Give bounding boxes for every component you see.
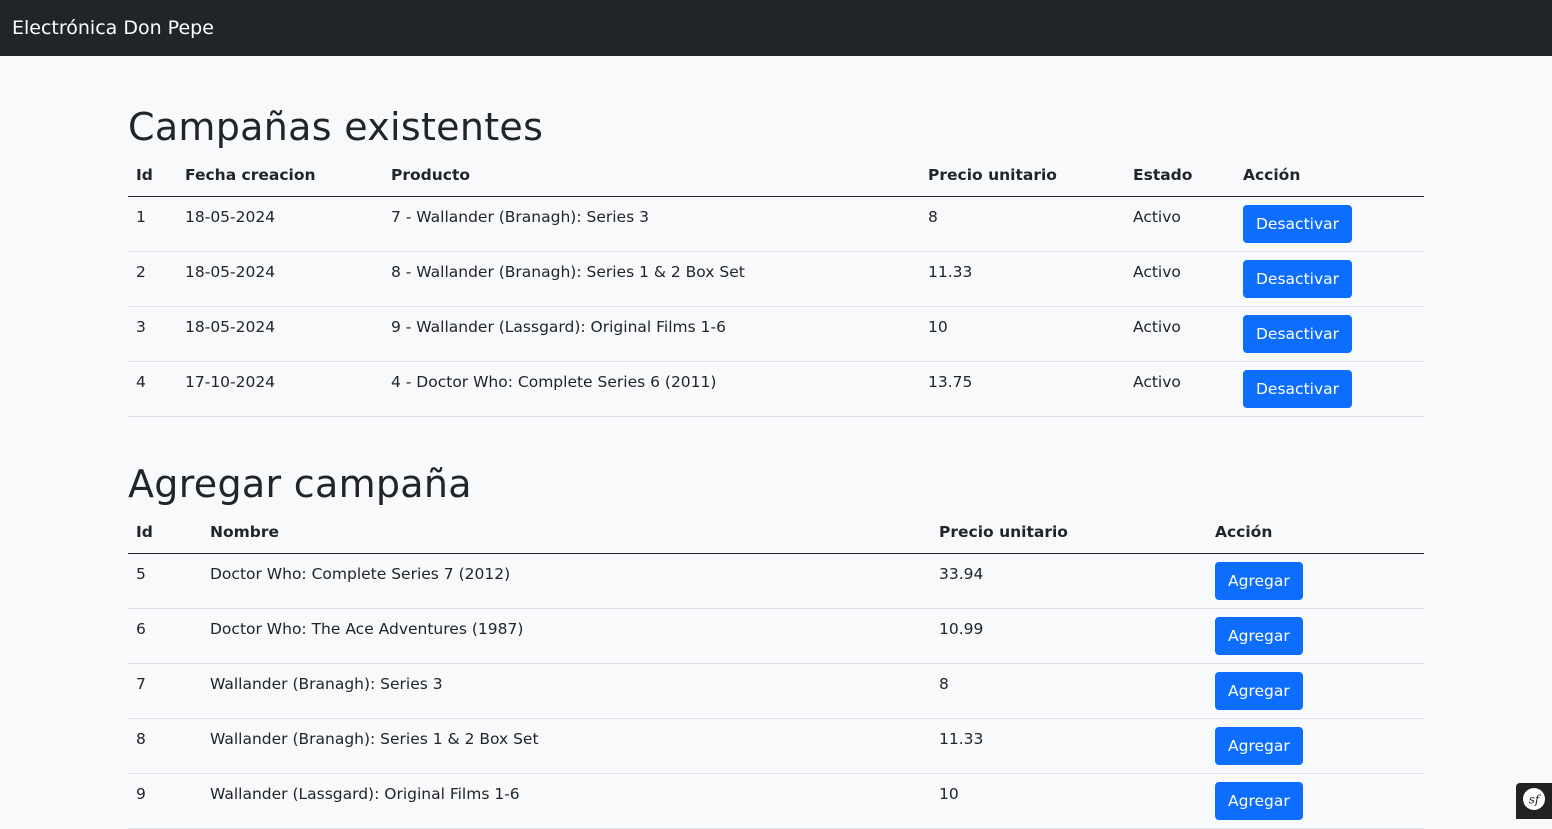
cell-price: 11.33 [920, 251, 1125, 307]
cell-product: 8 - Wallander (Branagh): Series 1 & 2 Bo… [383, 251, 920, 307]
cell-id: 5 [128, 553, 202, 609]
existing-campaigns-section: Campañas existentes Id Fecha creacion Pr… [128, 104, 1424, 417]
cell-price: 10.99 [931, 608, 1207, 664]
deactivate-button[interactable]: Desactivar [1243, 314, 1352, 353]
add-button[interactable]: Agregar [1215, 671, 1303, 710]
symfony-icon: sf [1522, 787, 1546, 815]
add-campaign-table: Id Nombre Precio unitario Acción 5 Docto… [128, 512, 1424, 829]
table-header-row: Id Nombre Precio unitario Acción [128, 512, 1424, 554]
cell-id: 8 [128, 718, 202, 774]
col-header-action: Acción [1207, 512, 1424, 554]
cell-date: 18-05-2024 [177, 306, 383, 362]
cell-name: Doctor Who: Complete Series 7 (2012) [202, 553, 931, 609]
cell-price: 8 [920, 196, 1125, 252]
cell-action: Agregar [1207, 773, 1424, 829]
cell-status: Activo [1125, 306, 1235, 362]
table-row: 2 18-05-2024 8 - Wallander (Branagh): Se… [128, 251, 1424, 307]
cell-price: 11.33 [931, 718, 1207, 774]
cell-action: Desactivar [1235, 251, 1424, 307]
cell-id: 7 [128, 663, 202, 719]
cell-product: 4 - Doctor Who: Complete Series 6 (2011) [383, 361, 920, 417]
cell-name: Wallander (Lassgard): Original Films 1-6 [202, 773, 931, 829]
symfony-toolbar-toggle[interactable]: sf [1516, 783, 1552, 819]
cell-status: Activo [1125, 251, 1235, 307]
add-button[interactable]: Agregar [1215, 781, 1303, 820]
col-header-date: Fecha creacion [177, 155, 383, 197]
cell-action: Agregar [1207, 553, 1424, 609]
table-row: 1 18-05-2024 7 - Wallander (Branagh): Se… [128, 196, 1424, 252]
col-header-action: Acción [1235, 155, 1424, 197]
cell-status: Activo [1125, 196, 1235, 252]
brand-link[interactable]: Electrónica Don Pepe [12, 17, 214, 39]
cell-action: Desactivar [1235, 306, 1424, 362]
navbar: Electrónica Don Pepe [0, 0, 1552, 56]
cell-id: 9 [128, 773, 202, 829]
cell-action: Agregar [1207, 663, 1424, 719]
cell-name: Wallander (Branagh): Series 3 [202, 663, 931, 719]
existing-campaigns-title: Campañas existentes [128, 105, 544, 149]
cell-price: 10 [931, 773, 1207, 829]
cell-name: Wallander (Branagh): Series 1 & 2 Box Se… [202, 718, 931, 774]
cell-status: Activo [1125, 361, 1235, 417]
cell-product: 7 - Wallander (Branagh): Series 3 [383, 196, 920, 252]
cell-product: 9 - Wallander (Lassgard): Original Films… [383, 306, 920, 362]
table-row: 3 18-05-2024 9 - Wallander (Lassgard): O… [128, 306, 1424, 362]
cell-date: 17-10-2024 [177, 361, 383, 417]
cell-price: 8 [931, 663, 1207, 719]
cell-id: 6 [128, 608, 202, 664]
add-button[interactable]: Agregar [1215, 616, 1303, 655]
deactivate-button[interactable]: Desactivar [1243, 259, 1352, 298]
cell-action: Agregar [1207, 718, 1424, 774]
cell-date: 18-05-2024 [177, 251, 383, 307]
cell-name: Doctor Who: The Ace Adventures (1987) [202, 608, 931, 664]
col-header-product: Producto [383, 155, 920, 197]
cell-id: 2 [128, 251, 177, 307]
table-row: 9 Wallander (Lassgard): Original Films 1… [128, 773, 1424, 829]
existing-campaigns-table: Id Fecha creacion Producto Precio unitar… [128, 155, 1424, 417]
table-header-row: Id Fecha creacion Producto Precio unitar… [128, 155, 1424, 197]
col-header-name: Nombre [202, 512, 931, 554]
add-campaign-section: Agregar campaña Id Nombre Precio unitari… [128, 461, 1424, 829]
cell-price: 10 [920, 306, 1125, 362]
add-button[interactable]: Agregar [1215, 561, 1303, 600]
add-button[interactable]: Agregar [1215, 726, 1303, 765]
table-row: 7 Wallander (Branagh): Series 3 8 Agrega… [128, 663, 1424, 719]
cell-id: 3 [128, 306, 177, 362]
table-row: 8 Wallander (Branagh): Series 1 & 2 Box … [128, 718, 1424, 774]
col-header-price: Precio unitario [931, 512, 1207, 554]
cell-price: 33.94 [931, 553, 1207, 609]
table-row: 6 Doctor Who: The Ace Adventures (1987) … [128, 608, 1424, 664]
deactivate-button[interactable]: Desactivar [1243, 204, 1352, 243]
cell-id: 1 [128, 196, 177, 252]
add-campaign-title: Agregar campaña [128, 462, 472, 506]
col-header-price: Precio unitario [920, 155, 1125, 197]
cell-price: 13.75 [920, 361, 1125, 417]
col-header-id: Id [128, 512, 202, 554]
table-row: 4 17-10-2024 4 - Doctor Who: Complete Se… [128, 361, 1424, 417]
cell-action: Desactivar [1235, 196, 1424, 252]
cell-id: 4 [128, 361, 177, 417]
col-header-id: Id [128, 155, 177, 197]
table-row: 5 Doctor Who: Complete Series 7 (2012) 3… [128, 553, 1424, 609]
cell-action: Agregar [1207, 608, 1424, 664]
col-header-status: Estado [1125, 155, 1235, 197]
deactivate-button[interactable]: Desactivar [1243, 369, 1352, 408]
cell-action: Desactivar [1235, 361, 1424, 417]
cell-date: 18-05-2024 [177, 196, 383, 252]
